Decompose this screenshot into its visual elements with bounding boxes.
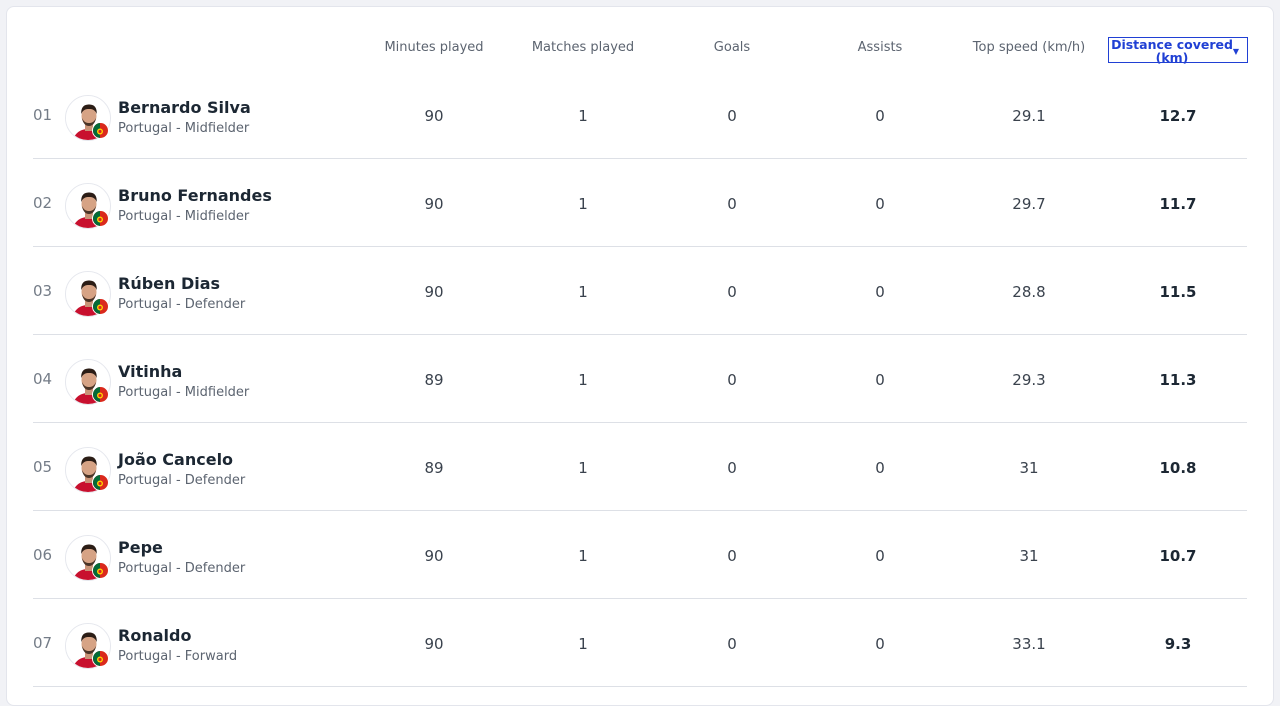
portugal-flag-icon — [92, 386, 109, 403]
top-speed-value: 29.1 — [1012, 107, 1046, 125]
assists-value: 0 — [875, 195, 885, 213]
portugal-flag-icon — [92, 210, 109, 227]
player-name[interactable]: Rúben Dias — [118, 274, 220, 293]
player-team-position: Portugal - Midfielder — [118, 209, 250, 224]
assists-value: 0 — [875, 283, 885, 301]
assists-value: 0 — [875, 547, 885, 565]
header-goals[interactable]: Goals — [662, 40, 802, 55]
header-minutes-played[interactable]: Minutes played — [364, 40, 504, 55]
distance-covered-value: 11.7 — [1159, 195, 1197, 213]
player-row[interactable]: 07 Ronaldo Portugal - Forward 90 1 0 0 3… — [33, 599, 1247, 687]
player-name[interactable]: Vitinha — [118, 362, 182, 381]
portugal-flag-icon — [92, 650, 109, 667]
player-rank: 03 — [33, 282, 53, 300]
player-list: 01 Bernardo Silva Portugal - Midfielder … — [33, 71, 1247, 687]
player-name[interactable]: Bruno Fernandes — [118, 186, 272, 205]
player-row[interactable]: 01 Bernardo Silva Portugal - Midfielder … — [33, 71, 1247, 159]
player-team-position: Portugal - Defender — [118, 561, 246, 576]
goals-value: 0 — [727, 107, 737, 125]
top-speed-value: 33.1 — [1012, 635, 1046, 653]
header-distance-covered-sort-button[interactable]: Distance covered (km) ▼ — [1108, 37, 1248, 65]
player-name[interactable]: Ronaldo — [118, 626, 191, 645]
player-row[interactable]: 06 Pepe Portugal - Defender 90 1 0 0 31 … — [33, 511, 1247, 599]
minutes-played-value: 89 — [424, 459, 444, 477]
player-row[interactable]: 02 Bruno Fernandes Portugal - Midfielder… — [33, 159, 1247, 247]
player-name[interactable]: João Cancelo — [118, 450, 233, 469]
player-row[interactable]: 04 Vitinha Portugal - Midfielder 89 1 0 — [33, 335, 1247, 423]
player-row[interactable]: 03 Rúben Dias Portugal - Defender 90 1 0 — [33, 247, 1247, 335]
assists-value: 0 — [875, 459, 885, 477]
assists-value: 0 — [875, 371, 885, 389]
minutes-played-value: 90 — [424, 283, 444, 301]
portugal-flag-icon — [92, 298, 109, 315]
goals-value: 0 — [727, 547, 737, 565]
portugal-flag-icon — [92, 474, 109, 491]
assists-value: 0 — [875, 635, 885, 653]
matches-played-value: 1 — [578, 107, 588, 125]
header-distance-covered-label: Distance covered (km) — [1111, 37, 1233, 65]
assists-value: 0 — [875, 107, 885, 125]
top-speed-value: 28.8 — [1012, 283, 1046, 301]
distance-covered-value: 11.5 — [1159, 283, 1197, 301]
top-speed-value: 31 — [1019, 547, 1039, 565]
matches-played-value: 1 — [578, 635, 588, 653]
matches-played-value: 1 — [578, 547, 588, 565]
matches-played-value: 1 — [578, 283, 588, 301]
player-rank: 05 — [33, 458, 53, 476]
player-row[interactable]: 05 João Cancelo Portugal - Defender 89 1… — [33, 423, 1247, 511]
player-stats-card: Minutes played Matches played Goals Assi… — [6, 6, 1274, 706]
header-matches-played[interactable]: Matches played — [513, 40, 653, 55]
header-assists[interactable]: Assists — [810, 40, 950, 55]
distance-covered-value: 9.3 — [1164, 635, 1192, 653]
player-rank: 04 — [33, 370, 53, 388]
portugal-flag-icon — [92, 562, 109, 579]
distance-covered-value: 10.7 — [1159, 547, 1197, 565]
minutes-played-value: 90 — [424, 635, 444, 653]
minutes-played-value: 90 — [424, 547, 444, 565]
matches-played-value: 1 — [578, 371, 588, 389]
player-team-position: Portugal - Defender — [118, 473, 246, 488]
header-top-speed[interactable]: Top speed (km/h) — [959, 40, 1099, 55]
portugal-flag-icon — [92, 122, 109, 139]
player-name[interactable]: Bernardo Silva — [118, 98, 251, 117]
player-rank: 07 — [33, 634, 53, 652]
top-speed-value: 29.3 — [1012, 371, 1046, 389]
player-team-position: Portugal - Midfielder — [118, 385, 250, 400]
player-team-position: Portugal - Defender — [118, 297, 246, 312]
player-rank: 01 — [33, 106, 53, 124]
minutes-played-value: 89 — [424, 371, 444, 389]
goals-value: 0 — [727, 635, 737, 653]
goals-value: 0 — [727, 283, 737, 301]
player-rank: 02 — [33, 194, 53, 212]
player-team-position: Portugal - Forward — [118, 649, 238, 664]
player-name[interactable]: Pepe — [118, 538, 163, 557]
goals-value: 0 — [727, 195, 737, 213]
matches-played-value: 1 — [578, 195, 588, 213]
minutes-played-value: 90 — [424, 195, 444, 213]
distance-covered-value: 12.7 — [1159, 107, 1197, 125]
distance-covered-value: 11.3 — [1159, 371, 1197, 389]
player-rank: 06 — [33, 546, 53, 564]
goals-value: 0 — [727, 371, 737, 389]
caret-down-icon: ▼ — [1232, 47, 1239, 56]
goals-value: 0 — [727, 459, 737, 477]
distance-covered-value: 10.8 — [1159, 459, 1197, 477]
minutes-played-value: 90 — [424, 107, 444, 125]
top-speed-value: 29.7 — [1012, 195, 1046, 213]
matches-played-value: 1 — [578, 459, 588, 477]
player-team-position: Portugal - Midfielder — [118, 121, 250, 136]
top-speed-value: 31 — [1019, 459, 1039, 477]
